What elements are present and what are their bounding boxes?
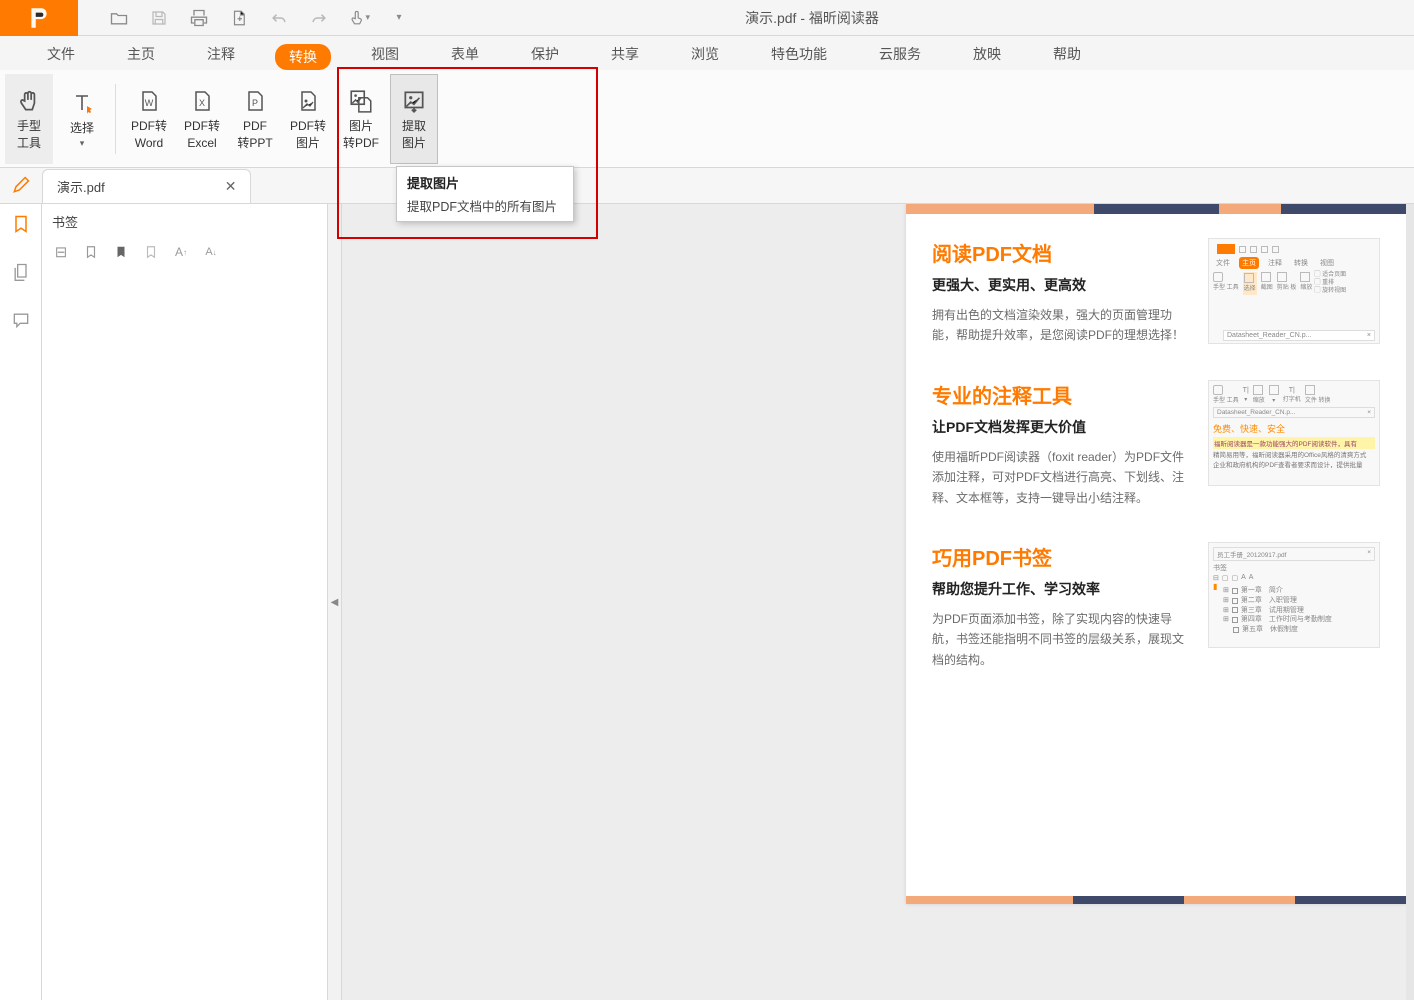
document-tab[interactable]: 演示.pdf ✕ [42,169,251,203]
pdf-to-excel-button[interactable]: X PDF转 Excel [178,74,226,164]
doc-excel-icon: X [190,86,214,116]
redo-icon[interactable] [308,7,330,29]
tab-help[interactable]: 帮助 [1041,38,1093,70]
collapse-handle[interactable]: ◀ [328,204,342,1000]
new-doc-icon[interactable] [228,7,250,29]
window-title: 演示.pdf - 福昕阅读器 [410,8,1414,28]
tab-view[interactable]: 视图 [359,38,411,70]
pdf-to-word-button[interactable]: W PDF转 Word [125,74,173,164]
bm-text-smaller-icon[interactable]: A↓ [202,243,220,261]
section-2: 专业的注释工具 让PDF文档发挥更大价值 使用福昕PDF阅读器（foxit re… [906,356,1406,518]
tooltip-desc: 提取PDF文档中的所有图片 [407,196,563,215]
s1-heading: 阅读PDF文档 [932,238,1192,267]
title-bar: ▾ ▾ 演示.pdf - 福昕阅读器 [0,0,1414,36]
bm-expand-icon[interactable]: ⊟ [52,243,70,261]
select-tool-button[interactable]: 选择 ▾ [58,74,106,164]
pdf-to-image-button[interactable]: PDF转 图片 [284,74,332,164]
image-doc-icon [348,86,374,116]
bm-del-icon[interactable] [142,243,160,261]
text-select-icon [70,88,94,118]
doc-word-icon: W [137,86,161,116]
extract-image-icon [401,86,427,116]
save-icon[interactable] [148,7,170,29]
svg-text:P: P [252,98,258,108]
ribbon-tabs: 文件 主页 注释 转换 视图 表单 保护 共享 浏览 特色功能 云服务 放映 帮… [0,36,1414,70]
print-icon[interactable] [188,7,210,29]
tab-file[interactable]: 文件 [35,38,87,70]
s3-body: 为PDF页面添加书签，除了实现内容的快速导航，书签还能指明不同书签的层级关系，展… [932,609,1192,670]
foxit-logo-icon [26,5,52,31]
comments-panel-icon[interactable] [9,308,33,332]
svg-text:W: W [145,98,154,108]
doc-image-icon [296,86,320,116]
s2-sub: 让PDF文档发挥更大价值 [932,417,1192,437]
ribbon: 手型 工具 选择 ▾ W PDF转 Word X PDF转 Excel P PD… [0,70,1414,168]
tab-share[interactable]: 共享 [599,38,651,70]
tab-convert[interactable]: 转换 [275,44,331,70]
tab-features[interactable]: 特色功能 [759,38,839,70]
s1-sub: 更强大、更实用、更高效 [932,275,1192,295]
thumb-1: 文件主页注释转换视图 手型 工具 选择 截图 剪贴 板 缩放 ▢ 适合页面 ▢ … [1208,238,1380,344]
document-tab-bar: 演示.pdf ✕ [0,168,1414,204]
extract-image-tooltip: 提取图片 提取PDF文档中的所有图片 [396,166,574,222]
extract-image-button[interactable]: 提取 图片 [390,74,438,164]
separator [115,84,116,154]
page-viewer[interactable]: 阅读PDF文档 更强大、更实用、更高效 拥有出色的文档渲染效果，强大的页面管理功… [342,204,1414,1000]
side-nav [0,204,42,1000]
doc-ppt-icon: P [243,86,267,116]
app-logo[interactable] [0,0,78,36]
tab-play[interactable]: 放映 [961,38,1013,70]
bookmarks-panel: 书签 ⊟ A↑ A↓ [42,204,328,1000]
pdf-to-ppt-button[interactable]: P PDF 转PPT [231,74,279,164]
image-to-pdf-button[interactable]: 图片 转PDF [337,74,385,164]
bm-add-icon[interactable] [82,243,100,261]
section-1: 阅读PDF文档 更强大、更实用、更高效 拥有出色的文档渲染效果，强大的页面管理功… [906,214,1406,356]
bm-text-larger-icon[interactable]: A↑ [172,243,190,261]
s3-sub: 帮助您提升工作、学习效率 [932,579,1192,599]
tab-annotate[interactable]: 注释 [195,38,247,70]
bookmark-panel-icon[interactable] [9,212,33,236]
quick-access-toolbar: ▾ ▾ [78,7,410,29]
pdf-page: 阅读PDF文档 更强大、更实用、更高效 拥有出色的文档渲染效果，强大的页面管理功… [906,204,1406,904]
s3-heading: 巧用PDF书签 [932,542,1192,571]
s2-heading: 专业的注释工具 [932,380,1192,409]
qat-more-icon[interactable]: ▾ [388,7,410,29]
hand-tool-button[interactable]: 手型 工具 [5,74,53,164]
thumb-3: 员工手册_20120917.pdf× 书签 ⊟▢▢AA ▮ ⊞第一章 简介 ⊞第… [1208,542,1380,648]
thumb-2: 手型 工具 T|▾ 缩放 ▾ T|打字机 文件 转换 Datasheet_Rea… [1208,380,1380,486]
document-tab-name: 演示.pdf [57,177,105,196]
s2-body: 使用福昕PDF阅读器（foxit reader）为PDF文件添加注释，可对PDF… [932,447,1192,508]
undo-icon[interactable] [268,7,290,29]
tab-protect[interactable]: 保护 [519,38,571,70]
tab-home[interactable]: 主页 [115,38,167,70]
hand-icon [16,86,42,116]
touch-mode-icon[interactable]: ▾ [348,7,370,29]
edit-pencil-icon[interactable] [0,167,42,203]
tooltip-title: 提取图片 [407,173,563,192]
bookmarks-title: 书签 [42,204,327,239]
svg-text:X: X [199,98,205,108]
bm-add2-icon[interactable] [112,243,130,261]
tab-browse[interactable]: 浏览 [679,38,731,70]
tab-cloud[interactable]: 云服务 [867,38,933,70]
pages-panel-icon[interactable] [9,260,33,284]
close-tab-button[interactable]: ✕ [225,178,237,195]
s1-body: 拥有出色的文档渲染效果，强大的页面管理功能，帮助提升效率，是您阅读PDF的理想选… [932,305,1192,346]
vertical-scrollbar[interactable] [1406,204,1414,1000]
tab-form[interactable]: 表单 [439,38,491,70]
bookmark-tools: ⊟ A↑ A↓ [42,239,327,265]
open-icon[interactable] [108,7,130,29]
section-3: 巧用PDF书签 帮助您提升工作、学习效率 为PDF页面添加书签，除了实现内容的快… [906,518,1406,680]
